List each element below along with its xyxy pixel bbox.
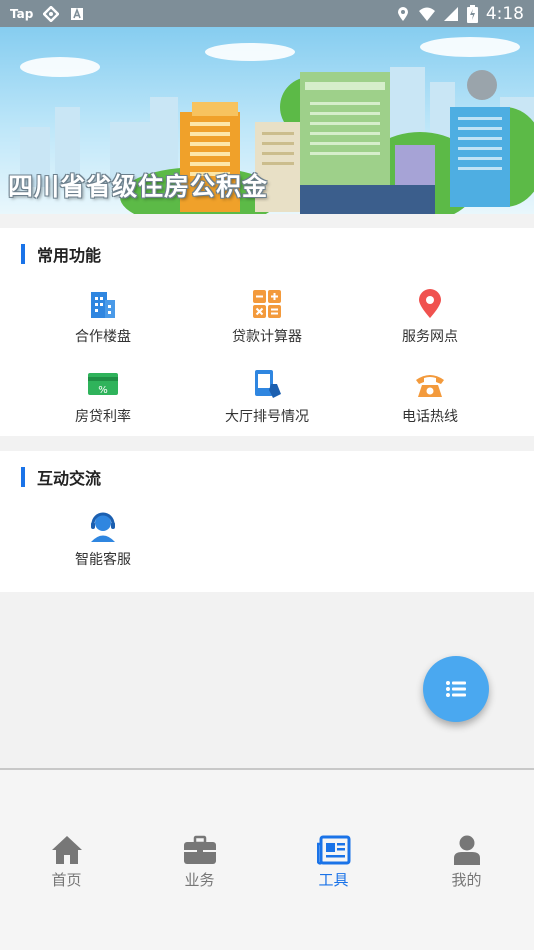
- menu-fab-button[interactable]: [423, 656, 489, 722]
- grid-item-label: 贷款计算器: [232, 329, 302, 345]
- home-icon: [51, 836, 82, 864]
- common-functions-section: 常用功能 合作楼盘 贷款计算器 服务网点 % 房贷利率 大厅排号情况 电话热线: [0, 228, 534, 436]
- grid-item-label: 合作楼盘: [75, 329, 131, 345]
- svg-text:%: %: [98, 385, 108, 396]
- nav-tools[interactable]: 工具: [267, 834, 400, 890]
- calculator-icon: [253, 290, 281, 318]
- section-accent-bar: [21, 244, 25, 264]
- section-title: 互动交流: [37, 469, 102, 488]
- a-badge-icon: [71, 7, 84, 20]
- partner-properties-item[interactable]: 合作楼盘: [23, 288, 183, 346]
- nav-label: 业务: [184, 871, 215, 889]
- customer-service-icon: [91, 512, 115, 542]
- smart-customer-service-item[interactable]: 智能客服: [23, 511, 183, 569]
- nav-business[interactable]: 业务: [133, 834, 266, 890]
- grid-item-label: 服务网点: [402, 329, 458, 345]
- signal-icon: [443, 6, 458, 21]
- section-header: 常用功能: [21, 242, 101, 266]
- service-outlets-item[interactable]: 服务网点: [350, 288, 510, 346]
- section-title: 常用功能: [37, 246, 102, 265]
- status-bar: Tap 4:18: [0, 0, 534, 27]
- person-icon: [453, 835, 480, 865]
- nav-label: 首页: [51, 871, 82, 889]
- grid-item-label: 智能客服: [75, 552, 131, 568]
- banner[interactable]: 四川省省级住房公积金: [0, 27, 534, 214]
- hotline-item[interactable]: 电话热线: [350, 368, 510, 426]
- section-header: 互动交流: [21, 465, 101, 489]
- list-menu-icon: [446, 681, 466, 697]
- hall-queue-item[interactable]: 大厅排号情况: [187, 368, 347, 426]
- rate-card-icon: %: [88, 373, 118, 396]
- telephone-icon: [416, 375, 444, 397]
- nav-label: 我的: [451, 871, 482, 889]
- bottom-navigation: 首页 业务 工具 我的: [0, 768, 534, 950]
- battery-icon: [466, 4, 478, 23]
- location-icon: [397, 6, 408, 21]
- briefcase-icon: [183, 835, 216, 864]
- location-pin-icon: [419, 289, 441, 318]
- grid-item-label: 房贷利率: [75, 409, 131, 425]
- status-app-label: Tap: [10, 6, 34, 21]
- wifi-icon: [418, 7, 435, 21]
- nav-home[interactable]: 首页: [0, 834, 133, 890]
- loan-calculator-item[interactable]: 贷款计算器: [187, 288, 347, 346]
- grid-item-label: 电话热线: [402, 409, 458, 425]
- status-time: 4:18: [485, 3, 524, 24]
- grid-item-label: 大厅排号情况: [225, 409, 309, 425]
- interaction-section: 互动交流 智能客服: [0, 451, 534, 592]
- nav-label: 工具: [318, 871, 349, 889]
- section-accent-bar: [21, 467, 25, 487]
- nav-mine[interactable]: 我的: [400, 834, 533, 890]
- queue-ticket-icon: [255, 370, 281, 398]
- building-icon: [91, 292, 115, 318]
- newspaper-icon: [316, 835, 350, 865]
- sync-icon: [43, 5, 60, 22]
- banner-title: 四川省省级住房公积金: [8, 172, 269, 201]
- mortgage-rates-item[interactable]: % 房贷利率: [23, 368, 183, 426]
